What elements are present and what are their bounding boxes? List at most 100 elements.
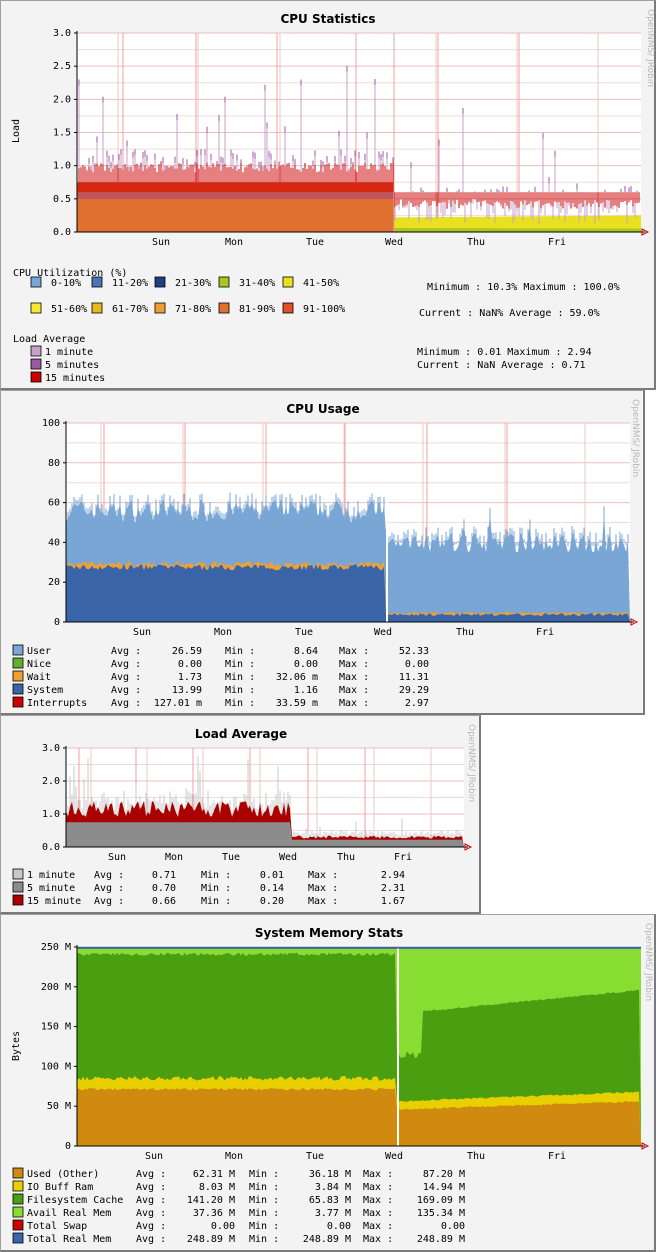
chart-title: CPU Usage bbox=[286, 402, 359, 416]
x-tick-label: Mon bbox=[165, 852, 183, 863]
legend-stat-label: Max : bbox=[363, 1208, 393, 1219]
watermark: OpenNMS/ JRobin bbox=[630, 399, 640, 477]
legend-min: 65.83 M bbox=[309, 1195, 351, 1206]
legend-max: 52.33 bbox=[399, 646, 429, 657]
x-tick-label: Sun bbox=[145, 1151, 163, 1162]
legend-swatch bbox=[282, 302, 294, 314]
legend-max: 2.31 bbox=[381, 883, 405, 894]
legend-stat-label: Avg : bbox=[136, 1234, 166, 1245]
y-tick-label: 1.0 bbox=[53, 161, 71, 172]
legend-swatch bbox=[12, 894, 24, 906]
y-tick-label: 0.5 bbox=[53, 194, 71, 205]
legend-avg: 127.01 m bbox=[154, 698, 202, 709]
y-tick-label: 2.0 bbox=[42, 776, 60, 787]
legend-max: 2.97 bbox=[405, 698, 429, 709]
legend-label: Interrupts bbox=[27, 698, 87, 709]
legend-stat-label: Avg : bbox=[94, 870, 124, 881]
legend-stat-label: Min : bbox=[225, 698, 255, 709]
y-tick-label: 200 M bbox=[41, 982, 71, 993]
legend-label: System bbox=[27, 685, 63, 696]
x-tick-label: Sun bbox=[133, 627, 151, 638]
legend-label: 31-40% bbox=[239, 278, 275, 289]
y-tick-label: 50 M bbox=[47, 1101, 71, 1112]
legend-stat-label: Max : bbox=[339, 685, 369, 696]
legend-stat-label: Avg : bbox=[136, 1182, 166, 1193]
x-tick-label: Tue bbox=[295, 627, 313, 638]
chart-title: CPU Statistics bbox=[280, 12, 375, 26]
watermark: OpenNMS/ JRobin bbox=[643, 923, 653, 1001]
legend-stat-label: Min : bbox=[201, 883, 231, 894]
legend-stat-label: Min : bbox=[225, 685, 255, 696]
legend-avg: 0.00 bbox=[211, 1221, 235, 1232]
legend-min: 0.20 bbox=[260, 896, 284, 907]
x-tick-label: Tue bbox=[222, 852, 240, 863]
legend-swatch bbox=[12, 683, 24, 695]
legend-stat-label: Min : bbox=[201, 870, 231, 881]
legend-avg: 0.66 bbox=[152, 896, 176, 907]
y-tick-label: 3.0 bbox=[53, 28, 71, 39]
legend-label: 15 minute bbox=[27, 896, 81, 907]
load-legend-title: Load Average bbox=[13, 334, 85, 345]
y-tick-label: 20 bbox=[48, 577, 60, 588]
x-tick-label: Tue bbox=[306, 1151, 324, 1162]
legend-avg: 248.89 M bbox=[187, 1234, 235, 1245]
legend-label: 0-10% bbox=[51, 278, 81, 289]
system-memory-panel: System Memory Stats OpenNMS/ JRobin Byte… bbox=[0, 914, 656, 1252]
legend-swatch bbox=[12, 670, 24, 682]
y-tick-label: 80 bbox=[48, 458, 60, 469]
legend-stat-label: Min : bbox=[249, 1234, 279, 1245]
legend-label: 61-70% bbox=[112, 304, 148, 315]
util-band-81-90 bbox=[77, 198, 394, 232]
legend-min: 0.00 bbox=[294, 659, 318, 670]
y-axis-label: Bytes bbox=[11, 1031, 22, 1061]
legend-stat-label: Avg : bbox=[136, 1221, 166, 1232]
legend-max: 169.09 M bbox=[417, 1195, 465, 1206]
legend-stat-label: Max : bbox=[363, 1169, 393, 1180]
legend-stat-label: Max : bbox=[308, 883, 338, 894]
y-tick-label: 3.0 bbox=[42, 743, 60, 754]
legend-swatch bbox=[12, 1193, 24, 1205]
legend-swatch bbox=[12, 696, 24, 708]
legend-min: 3.77 M bbox=[315, 1208, 351, 1219]
legend-swatch bbox=[218, 276, 230, 288]
legend-swatch bbox=[154, 276, 166, 288]
y-tick-label: 2.0 bbox=[53, 94, 71, 105]
legend-swatch bbox=[12, 881, 24, 893]
legend-swatch bbox=[12, 1206, 24, 1218]
legend-max: 0.00 bbox=[441, 1221, 465, 1232]
load-average-panel: Load Average OpenNMS/ JRobin 0.0 1.0 2.0 3.… bbox=[0, 715, 481, 914]
legend-label: IO Buff Ram bbox=[27, 1182, 93, 1193]
legend-stat-label: Max : bbox=[339, 659, 369, 670]
x-tick-label: Thu bbox=[467, 237, 485, 248]
legend-stat-label: Min : bbox=[225, 646, 255, 657]
legend-stat-label: Min : bbox=[225, 672, 255, 683]
legend-swatch bbox=[30, 358, 42, 370]
legend-min: 8.64 bbox=[294, 646, 318, 657]
legend-max: 14.94 M bbox=[423, 1182, 465, 1193]
y-tick-label: 1.0 bbox=[42, 809, 60, 820]
y-tick-label: 1.5 bbox=[53, 128, 71, 139]
y-tick-label: 0 bbox=[65, 1141, 71, 1152]
x-tick-label: Sun bbox=[152, 237, 170, 248]
load-average-chart: Load Average OpenNMS/ JRobin 0.0 1.0 2.0 3.… bbox=[12, 724, 476, 907]
legend-swatch bbox=[12, 657, 24, 669]
legend-stat-label: Max : bbox=[339, 646, 369, 657]
legend-label: Total Swap bbox=[27, 1221, 87, 1232]
legend-min: 1.16 bbox=[294, 685, 318, 696]
x-tick-label: Wed bbox=[374, 627, 392, 638]
legend-label: 71-80% bbox=[175, 304, 211, 315]
y-tick-label: 2.5 bbox=[53, 61, 71, 72]
legend-swatch bbox=[12, 1167, 24, 1179]
legend-stat-label: Max : bbox=[308, 896, 338, 907]
x-tick-label: Mon bbox=[225, 237, 243, 248]
legend-stat-label: Min : bbox=[249, 1221, 279, 1232]
x-tick-label: Mon bbox=[214, 627, 232, 638]
cpu-statistics-chart: CPU Statistics OpenNMS/ JRobin Load 0.0 0… bbox=[11, 9, 655, 384]
legend-avg: 141.20 M bbox=[187, 1195, 235, 1206]
legend-min: 0.14 bbox=[260, 883, 284, 894]
legend-label: Nice bbox=[27, 659, 51, 670]
legend-swatch bbox=[154, 302, 166, 314]
legend-swatch bbox=[12, 1219, 24, 1231]
legend-swatch bbox=[30, 371, 42, 383]
util-stats-row1: Minimum : 10.3% Maximum : 100.0% bbox=[427, 282, 620, 293]
